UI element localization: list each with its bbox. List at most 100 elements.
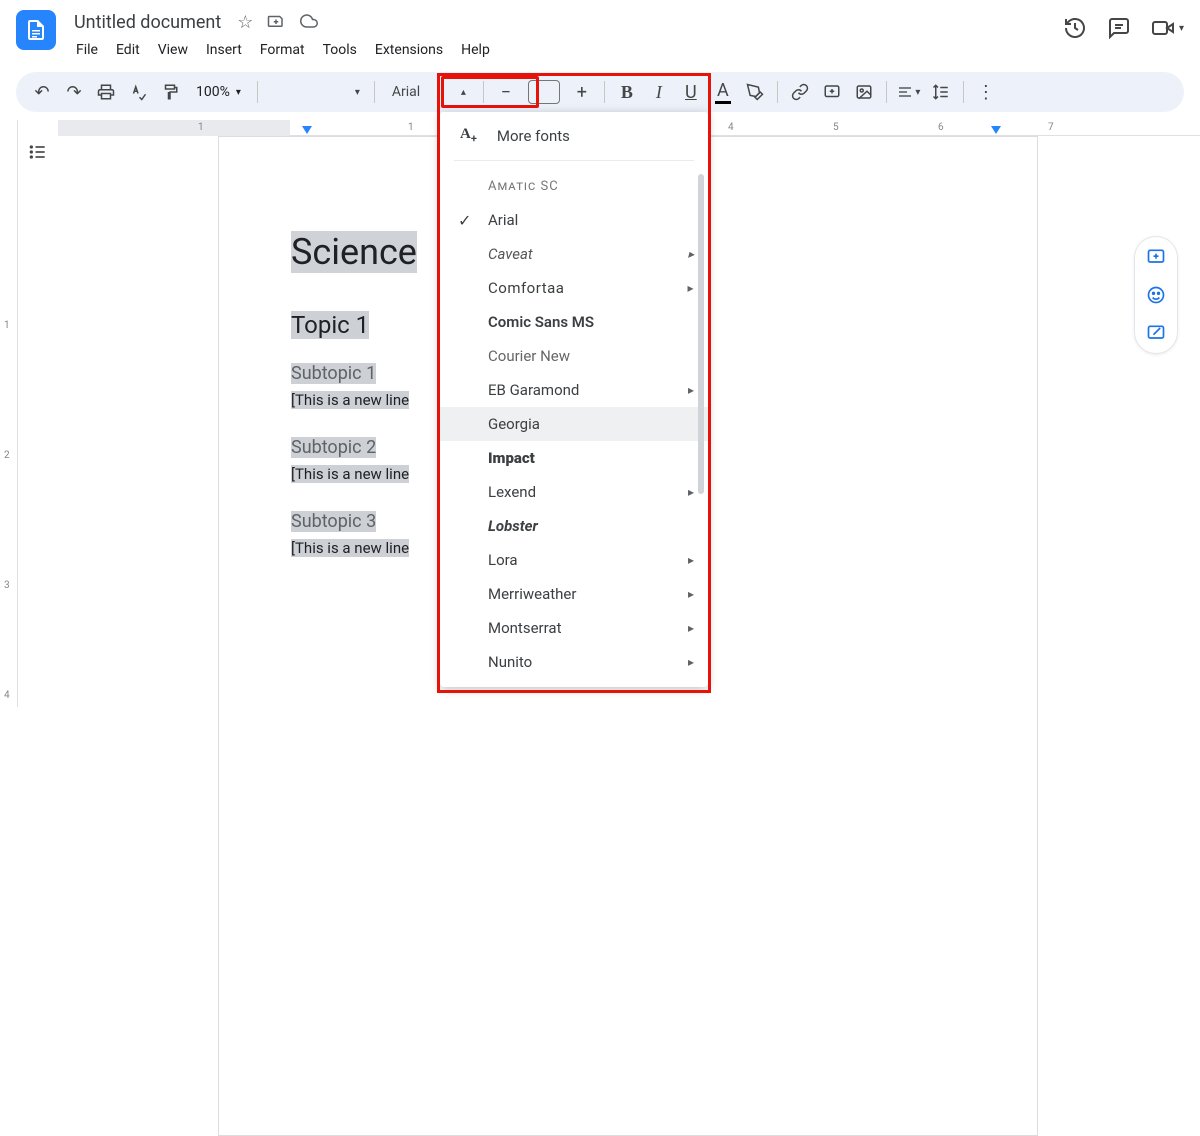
- body-line[interactable]: [This is a new line: [291, 539, 409, 557]
- font-option-eb-garamond[interactable]: EB Garamond▸: [440, 373, 708, 407]
- separator: [257, 81, 258, 103]
- vruler-tick: 4: [4, 690, 10, 701]
- subtopic-heading[interactable]: Subtopic 2: [291, 437, 376, 458]
- indent-right-marker[interactable]: [991, 126, 1001, 134]
- redo-button[interactable]: ↷: [60, 78, 88, 106]
- font-option-comic-sans-ms[interactable]: Comic Sans MS: [440, 305, 708, 339]
- submenu-arrow-icon: ▸: [688, 621, 694, 635]
- print-button[interactable]: [92, 78, 120, 106]
- increase-size-button[interactable]: +: [568, 78, 596, 106]
- meet-icon[interactable]: ▾: [1151, 16, 1184, 40]
- outline-icon[interactable]: [28, 142, 48, 707]
- subtopic-heading[interactable]: Subtopic 1: [291, 363, 376, 384]
- font-dropdown[interactable]: Arial ▴: [383, 78, 475, 106]
- add-comment-side-button[interactable]: [1146, 247, 1166, 267]
- font-label: Courier New: [488, 347, 570, 365]
- submenu-arrow-icon: ▸: [688, 485, 694, 499]
- chevron-up-icon: ▴: [461, 87, 466, 98]
- font-label: Lora: [488, 551, 518, 569]
- font-size-input[interactable]: [528, 80, 560, 104]
- move-icon[interactable]: [267, 12, 285, 33]
- underline-button[interactable]: U: [677, 78, 705, 106]
- font-label: Impact: [488, 449, 535, 467]
- toolbar: ↶ ↷ 100%▾ ▾ Arial ▴ − + B I U A ▾ ⋮: [16, 72, 1184, 112]
- font-option-caveat[interactable]: Caveat▸: [440, 237, 708, 271]
- suggest-edits-button[interactable]: [1146, 323, 1166, 343]
- emoji-react-button[interactable]: [1146, 285, 1166, 305]
- font-label: Merriweather: [488, 585, 576, 603]
- add-comment-button[interactable]: [818, 78, 846, 106]
- hruler-tick: 1: [408, 122, 414, 133]
- font-label: Comfortaa: [488, 279, 564, 297]
- menu-view[interactable]: View: [150, 38, 196, 62]
- font-label: Amatic SC: [488, 179, 559, 194]
- font-option-nunito[interactable]: Nunito ▸: [440, 645, 708, 679]
- hruler-tick: 7: [1048, 122, 1054, 133]
- separator: [483, 81, 484, 103]
- menu-format[interactable]: Format: [252, 38, 313, 62]
- font-option-courier-new[interactable]: Courier New: [440, 339, 708, 373]
- menu-insert[interactable]: Insert: [198, 38, 250, 62]
- spellcheck-button[interactable]: [124, 78, 152, 106]
- star-icon[interactable]: ☆: [237, 12, 253, 33]
- topic-heading[interactable]: Topic 1: [291, 311, 369, 339]
- font-menu-scrollbar[interactable]: [698, 174, 704, 494]
- styles-dropdown[interactable]: ▾: [266, 87, 366, 98]
- italic-button[interactable]: I: [645, 78, 673, 106]
- check-icon: ✓: [458, 211, 471, 230]
- font-option-amatic-sc[interactable]: Amatic SC: [440, 169, 708, 203]
- font-label: Comic Sans MS: [488, 313, 594, 331]
- insert-image-button[interactable]: [850, 78, 878, 106]
- body-line[interactable]: [This is a new line: [291, 391, 409, 409]
- undo-button[interactable]: ↶: [28, 78, 56, 106]
- font-option-comfortaa[interactable]: Comfortaa▸: [440, 271, 708, 305]
- font-label: EB Garamond: [488, 381, 579, 399]
- font-option-lexend[interactable]: Lexend▸: [440, 475, 708, 509]
- font-option-merriweather[interactable]: Merriweather▸: [440, 577, 708, 611]
- menubar: File Edit View Insert Format Tools Exten…: [68, 38, 1063, 62]
- menu-extensions[interactable]: Extensions: [367, 38, 451, 62]
- zoom-value: 100%: [196, 84, 230, 100]
- font-name: Arial: [392, 84, 420, 100]
- font-option-lora[interactable]: Lora ▸: [440, 543, 708, 577]
- vruler-tick: 2: [4, 450, 10, 461]
- highlight-button[interactable]: [741, 78, 769, 106]
- more-fonts-item[interactable]: A+ More fonts: [440, 112, 708, 160]
- indent-left-marker[interactable]: [302, 126, 312, 134]
- font-label: Nunito: [488, 653, 532, 671]
- menu-help[interactable]: Help: [453, 38, 498, 62]
- hruler-tick: 6: [938, 122, 944, 133]
- history-icon[interactable]: [1063, 16, 1087, 40]
- menu-edit[interactable]: Edit: [108, 38, 148, 62]
- more-button[interactable]: ⋮: [972, 78, 1000, 106]
- menu-tools[interactable]: Tools: [315, 38, 365, 62]
- text-color-button[interactable]: A: [709, 78, 737, 106]
- subtopic-heading[interactable]: Subtopic 3: [291, 511, 376, 532]
- vruler-tick: 3: [4, 580, 10, 591]
- doc-title-text[interactable]: Science: [291, 231, 417, 273]
- decrease-size-button[interactable]: −: [492, 78, 520, 106]
- menu-file[interactable]: File: [68, 38, 106, 62]
- add-font-icon: A+: [460, 126, 477, 145]
- docs-logo[interactable]: [16, 10, 56, 50]
- link-button[interactable]: [786, 78, 814, 106]
- submenu-arrow-icon: ▸: [688, 655, 694, 669]
- header-actions: ▾: [1063, 8, 1184, 40]
- ruler-margin: [218, 120, 290, 136]
- cloud-status-icon[interactable]: [299, 12, 319, 33]
- bold-button[interactable]: B: [613, 78, 641, 106]
- font-option-lobster[interactable]: Lobster: [440, 509, 708, 543]
- font-option-georgia[interactable]: Georgia: [440, 407, 708, 441]
- font-option-arial[interactable]: ✓Arial: [440, 203, 708, 237]
- font-option-impact[interactable]: Impact: [440, 441, 708, 475]
- line-spacing-button[interactable]: [927, 78, 955, 106]
- submenu-arrow-icon: ▸: [688, 553, 694, 567]
- font-label: Lobster: [488, 517, 538, 535]
- align-button[interactable]: ▾: [895, 78, 923, 106]
- zoom-dropdown[interactable]: 100%▾: [188, 84, 249, 100]
- document-title[interactable]: Untitled document: [68, 10, 227, 35]
- comments-icon[interactable]: [1107, 16, 1131, 40]
- font-option-montserrat[interactable]: Montserrat▸: [440, 611, 708, 645]
- body-line[interactable]: [This is a new line: [291, 465, 409, 483]
- paint-format-button[interactable]: [156, 78, 184, 106]
